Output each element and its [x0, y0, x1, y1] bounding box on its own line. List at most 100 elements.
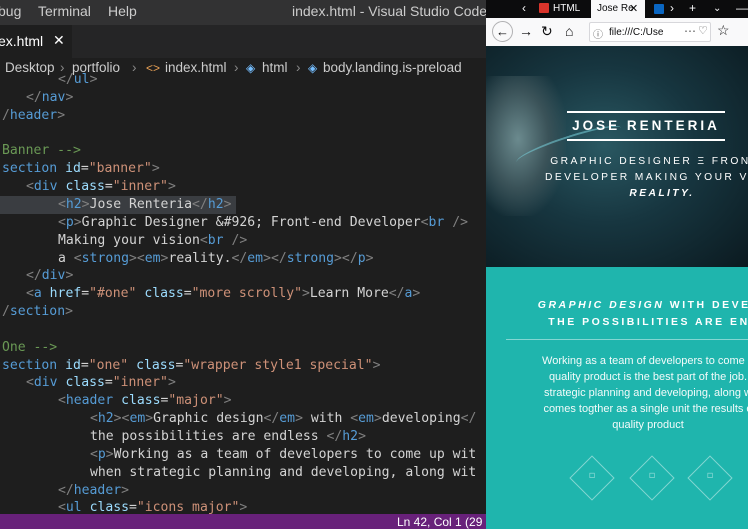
code-token: >: [151, 161, 160, 177]
code-token: >: [239, 500, 248, 514]
browser-tab-html[interactable]: HTML: [539, 0, 587, 18]
code-token: </: [460, 411, 477, 427]
home-icon[interactable]: ⌂: [565, 23, 573, 39]
code-content: </div>: [26, 267, 73, 285]
code-token: h2: [342, 429, 359, 444]
menu-debug[interactable]: bug: [0, 3, 21, 19]
back-button[interactable]: ←: [492, 21, 513, 42]
code-token: em: [247, 250, 264, 266]
code-token: em: [358, 411, 374, 427]
code-line[interactable]: </header>: [0, 482, 486, 500]
browser-tab-linkedin[interactable]: [654, 0, 666, 18]
code-line[interactable]: <h2><em>Graphic design</em> with <em>dev…: [0, 410, 486, 428]
code-token: Making your vision: [58, 232, 200, 248]
code-token: <: [420, 214, 429, 230]
code-line[interactable]: </nav>: [0, 89, 486, 107]
code-token: </: [26, 268, 42, 284]
star-icon[interactable]: ☆: [717, 22, 730, 39]
code-line[interactable]: Banner -->: [0, 142, 486, 160]
code-line[interactable]: </div>: [0, 267, 486, 285]
code-token: <: [90, 446, 98, 462]
code-token: =: [104, 375, 113, 391]
code-token: div: [33, 375, 58, 391]
code-token: >: [121, 482, 129, 498]
url-bar[interactable]: ⓘ file:///C:/Use ⋯ ♡: [589, 22, 711, 42]
tab-title: HTML: [553, 3, 581, 14]
window-title: index.html - Visual Studio Code: [292, 3, 486, 19]
chevron-right-icon[interactable]: ›: [670, 1, 674, 15]
code-token: </: [26, 89, 42, 105]
minimize-icon[interactable]: —: [736, 1, 748, 15]
page-actions-icon[interactable]: ⋯: [684, 24, 696, 38]
code-token: p: [357, 250, 366, 266]
pocket-icon[interactable]: ♡: [698, 24, 708, 37]
close-icon[interactable]: ✕: [629, 2, 638, 15]
info-icon[interactable]: ⓘ: [593, 26, 603, 41]
url-text[interactable]: file:///C:/Use: [609, 27, 675, 38]
code-line[interactable]: <ul class="icons major">: [0, 499, 486, 514]
editor-tab-index-html[interactable]: ex.html ✕: [0, 25, 72, 58]
chevron-down-icon[interactable]: ⌄: [713, 3, 721, 14]
code-line[interactable]: a <strong><em>reality.</em></strong></p>: [0, 250, 486, 268]
code-content: </ul>: [58, 72, 97, 89]
code-editor[interactable]: </ul> </nav>/header> Banner --> section id=…: [0, 72, 486, 514]
code-line[interactable]: <h2>Jose Renteria</h2>: [0, 195, 236, 214]
code-line[interactable]: the possibilities are endless </h2>: [0, 428, 486, 446]
code-content: <p>Graphic Designer &#926; Front-end Dev…: [58, 214, 468, 232]
code-line[interactable]: <p>Graphic Designer &#926; Front-end Dev…: [0, 214, 486, 232]
code-line[interactable]: section id="one" class="wrapper style1 s…: [0, 357, 486, 375]
code-token: ul: [73, 72, 90, 87]
code-token: =: [128, 500, 137, 514]
code-token: >: [65, 89, 74, 105]
code-token: div: [41, 268, 66, 284]
code-token: header: [9, 107, 58, 123]
code-token: </: [192, 196, 208, 212]
site-title: JOSE RENTERIA: [567, 111, 725, 141]
desktop-icon: ▫: [706, 470, 714, 481]
major-heading: GRAPHIC DESIGN WITH DEVELO THE POSSIBILI…: [504, 297, 748, 331]
menu-terminal[interactable]: Terminal: [38, 3, 91, 19]
code-token: >: [365, 250, 374, 266]
code-token: ></: [334, 250, 358, 266]
code-token: ></: [263, 250, 287, 266]
code-line[interactable]: [0, 125, 486, 143]
code-line[interactable]: [0, 321, 486, 339]
code-token: ><: [128, 250, 145, 266]
code-line[interactable]: <div class="inner">: [0, 374, 486, 392]
code-line[interactable]: </ul>: [0, 72, 486, 89]
tagline-line: GRAPHIC DESIGNER Ξ FRONT-E: [550, 156, 748, 167]
code-token: Working as a team of developers to come …: [113, 446, 477, 462]
code-line[interactable]: <div class="inner">: [0, 178, 486, 196]
close-icon[interactable]: ✕: [53, 32, 65, 49]
code-content: </nav>: [26, 89, 73, 107]
heading-text: THE POSSIBILITIES ARE END: [548, 316, 748, 328]
code-line[interactable]: <header class="major">: [0, 392, 486, 410]
code-token: =: [80, 357, 89, 373]
code-token: >: [57, 107, 66, 123]
code-line[interactable]: /header>: [0, 107, 486, 125]
forward-button[interactable]: →: [519, 23, 533, 39]
reload-icon[interactable]: ↻: [541, 23, 553, 40]
code-line[interactable]: /section>: [0, 303, 486, 321]
code-line[interactable]: when strategic planning and developing, …: [0, 464, 486, 482]
code-line[interactable]: <a href="#one" class="more scrolly">Lear…: [0, 285, 486, 303]
code-token: >: [358, 429, 366, 444]
code-line[interactable]: One -->: [0, 339, 486, 357]
browser-tab-strip: ‹ HTML Jose Re ✕ › + ⌄ —: [486, 0, 748, 18]
menu-help[interactable]: Help: [108, 3, 137, 19]
code-content: section id="one" class="wrapper style1 s…: [2, 357, 380, 375]
code-line[interactable]: <p>Working as a team of developers to co…: [0, 446, 486, 464]
new-tab-icon[interactable]: +: [689, 1, 696, 15]
heading-text: WITH DEVELO: [669, 299, 748, 311]
code-token: >: [302, 286, 310, 302]
cursor-position[interactable]: Ln 42, Col 1 (29: [397, 515, 482, 529]
code-line[interactable]: Making your vision<br />: [0, 232, 486, 250]
chevron-left-icon[interactable]: ‹: [522, 1, 526, 15]
code-line[interactable]: section id="banner">: [0, 160, 486, 178]
code-token: >: [73, 214, 82, 230]
code-token: >: [81, 196, 90, 212]
code-token: =: [104, 179, 113, 195]
code-token: section: [2, 161, 58, 177]
